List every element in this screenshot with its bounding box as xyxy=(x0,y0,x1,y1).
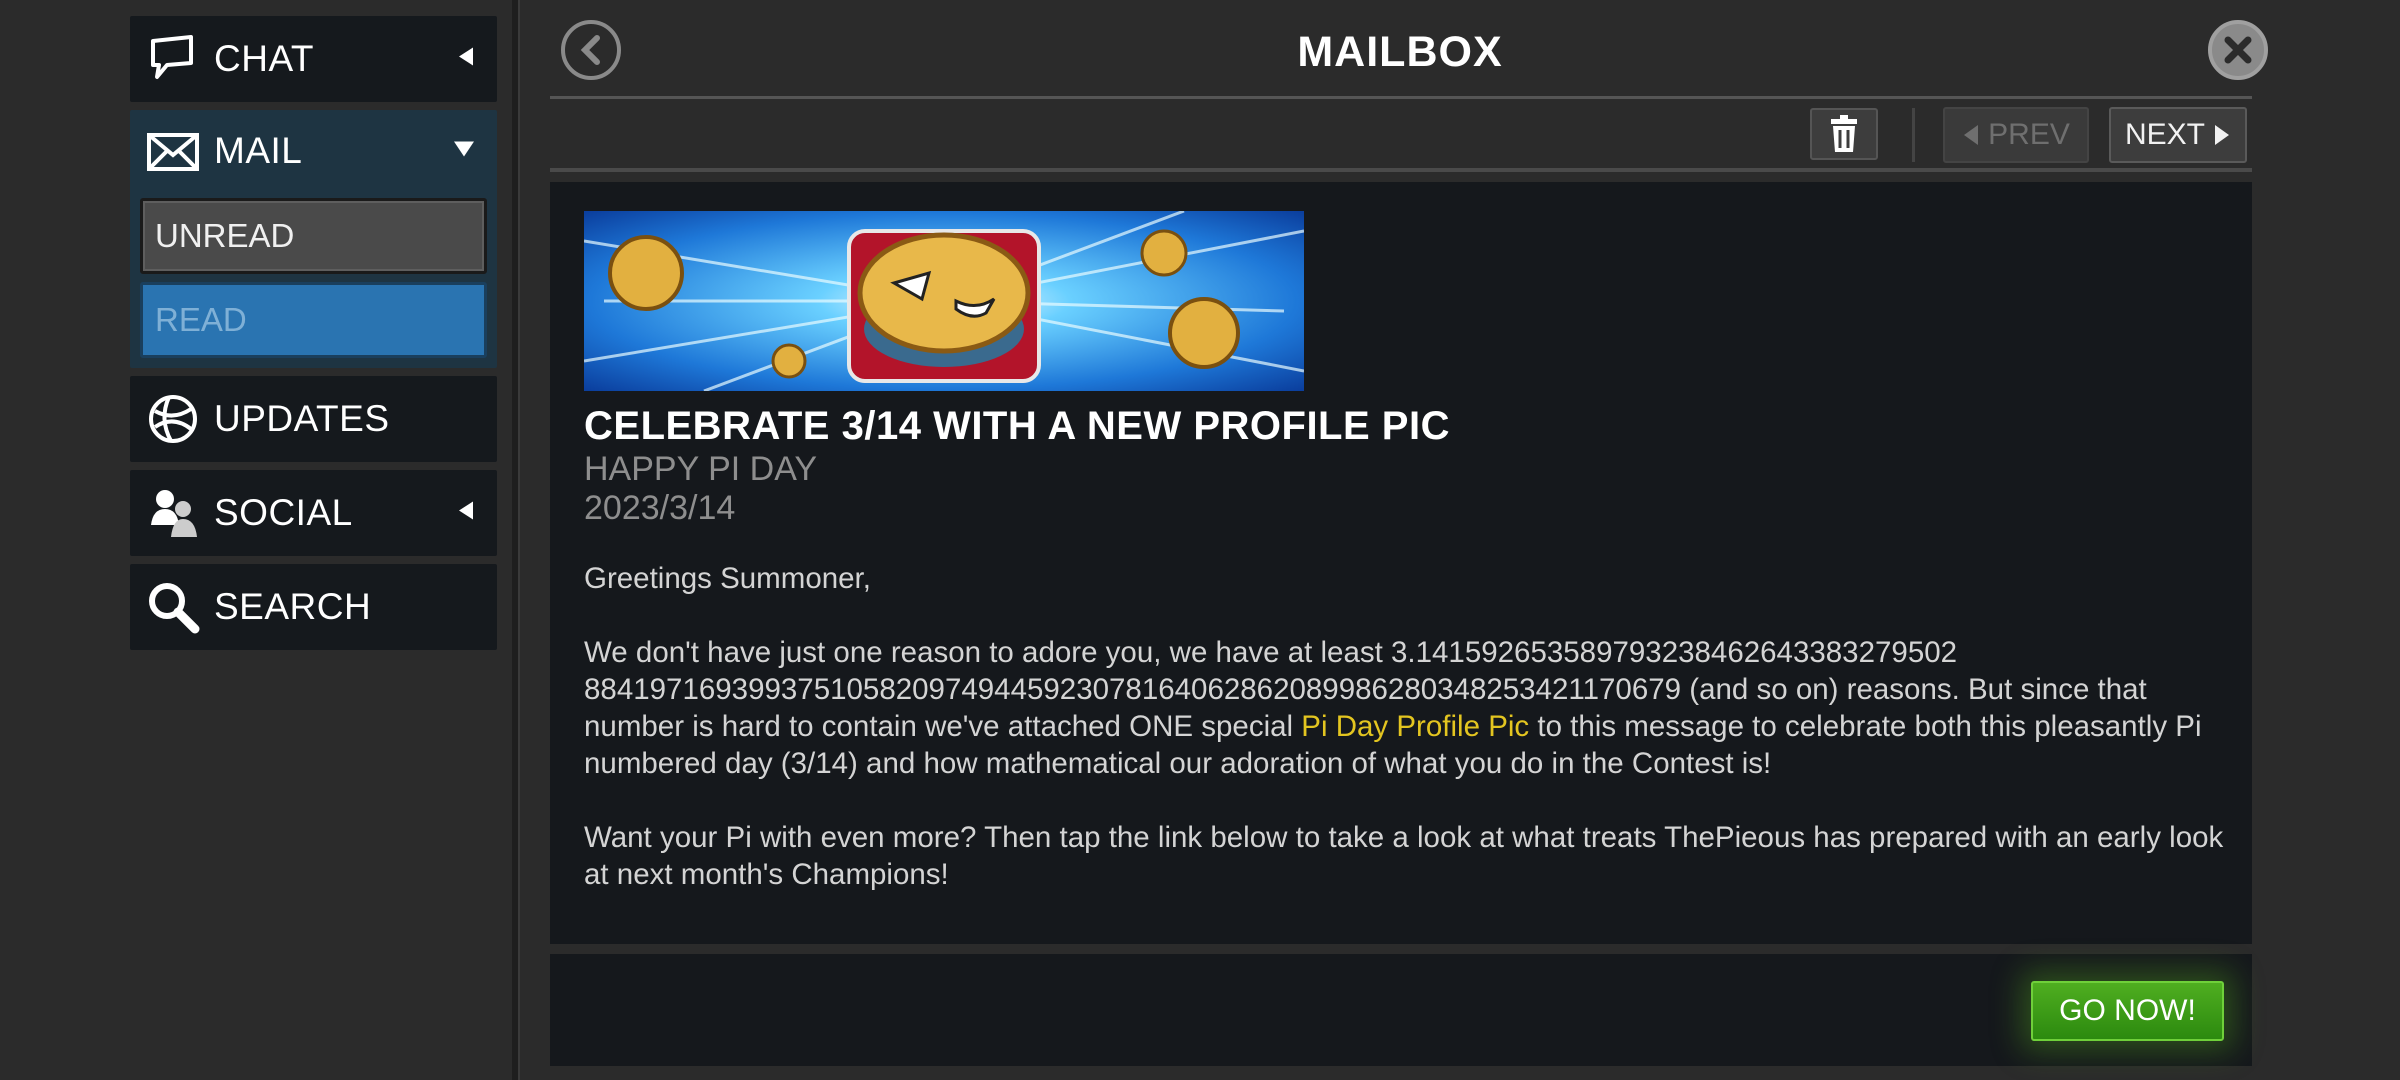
prev-label: PREV xyxy=(1988,118,2070,151)
next-button[interactable]: NEXT xyxy=(2109,107,2247,163)
back-button[interactable] xyxy=(561,20,621,80)
nav-mail-label: MAIL xyxy=(214,130,303,171)
page-title: MAILBOX xyxy=(1297,28,1503,76)
triangle-right-icon xyxy=(2215,125,2229,145)
nav-social-label: SOCIAL xyxy=(214,492,353,533)
prev-button[interactable]: PREV xyxy=(1943,107,2089,163)
message-title: CELEBRATE 3/14 WITH A NEW PROFILE PIC xyxy=(584,404,1450,448)
chat-icon xyxy=(142,28,204,90)
nav-social[interactable]: SOCIAL xyxy=(130,470,497,556)
mail-group: MAIL UNREAD READ xyxy=(130,110,497,368)
header-divider xyxy=(550,96,2252,99)
message-date: 2023/3/14 xyxy=(584,489,736,527)
toolbar-separator xyxy=(1912,108,1915,162)
message-subtitle: HAPPY PI DAY xyxy=(584,450,818,488)
chevron-left-icon xyxy=(457,501,475,526)
nav-search-label: SEARCH xyxy=(214,586,372,627)
nav-updates[interactable]: UPDATES xyxy=(130,376,497,462)
delete-button[interactable] xyxy=(1810,108,1878,160)
mail-icon xyxy=(142,120,204,182)
chevron-down-icon xyxy=(453,140,475,163)
nav-updates-label: UPDATES xyxy=(214,398,390,439)
mail-filter-read[interactable]: READ xyxy=(140,282,487,358)
triangle-left-icon xyxy=(1964,125,1979,145)
chevron-left-icon xyxy=(580,35,600,65)
profile-pic-link[interactable]: Pi Day Profile Pic xyxy=(1301,710,1529,743)
message-banner-image xyxy=(584,211,1304,391)
message-footer xyxy=(550,954,2252,1066)
nav-chat-label: CHAT xyxy=(214,38,314,79)
trash-icon xyxy=(1831,115,1857,152)
message-panel: CELEBRATE 3/14 WITH A NEW PROFILE PIC HA… xyxy=(550,182,2252,944)
go-now-button[interactable]: GO NOW! xyxy=(2031,981,2224,1041)
nav-chat[interactable]: CHAT xyxy=(130,16,497,102)
message-body: Greetings Summoner, We don't have just o… xyxy=(584,560,2224,930)
search-icon xyxy=(142,576,204,638)
toolbar-divider xyxy=(550,168,2252,172)
message-greeting: Greetings Summoner, xyxy=(584,562,871,595)
nav-search[interactable]: SEARCH xyxy=(130,564,497,650)
chevron-left-icon xyxy=(457,47,475,72)
nav-mail[interactable]: MAIL xyxy=(130,110,497,192)
people-icon xyxy=(142,482,204,544)
sidebar: CHAT MAIL UNREAD READ UPDATES SOCIAL SEA… xyxy=(130,16,497,658)
next-label: NEXT xyxy=(2124,118,2205,151)
message-paragraph-1: We don't have just one reason to adore y… xyxy=(584,634,2224,782)
globe-icon xyxy=(142,388,204,450)
sidebar-divider xyxy=(512,0,518,1080)
close-button[interactable] xyxy=(2208,20,2268,80)
mail-filter-unread[interactable]: UNREAD xyxy=(140,198,487,274)
close-icon xyxy=(2224,36,2252,64)
message-paragraph-2: Want your Pi with even more? Then tap th… xyxy=(584,821,2224,891)
